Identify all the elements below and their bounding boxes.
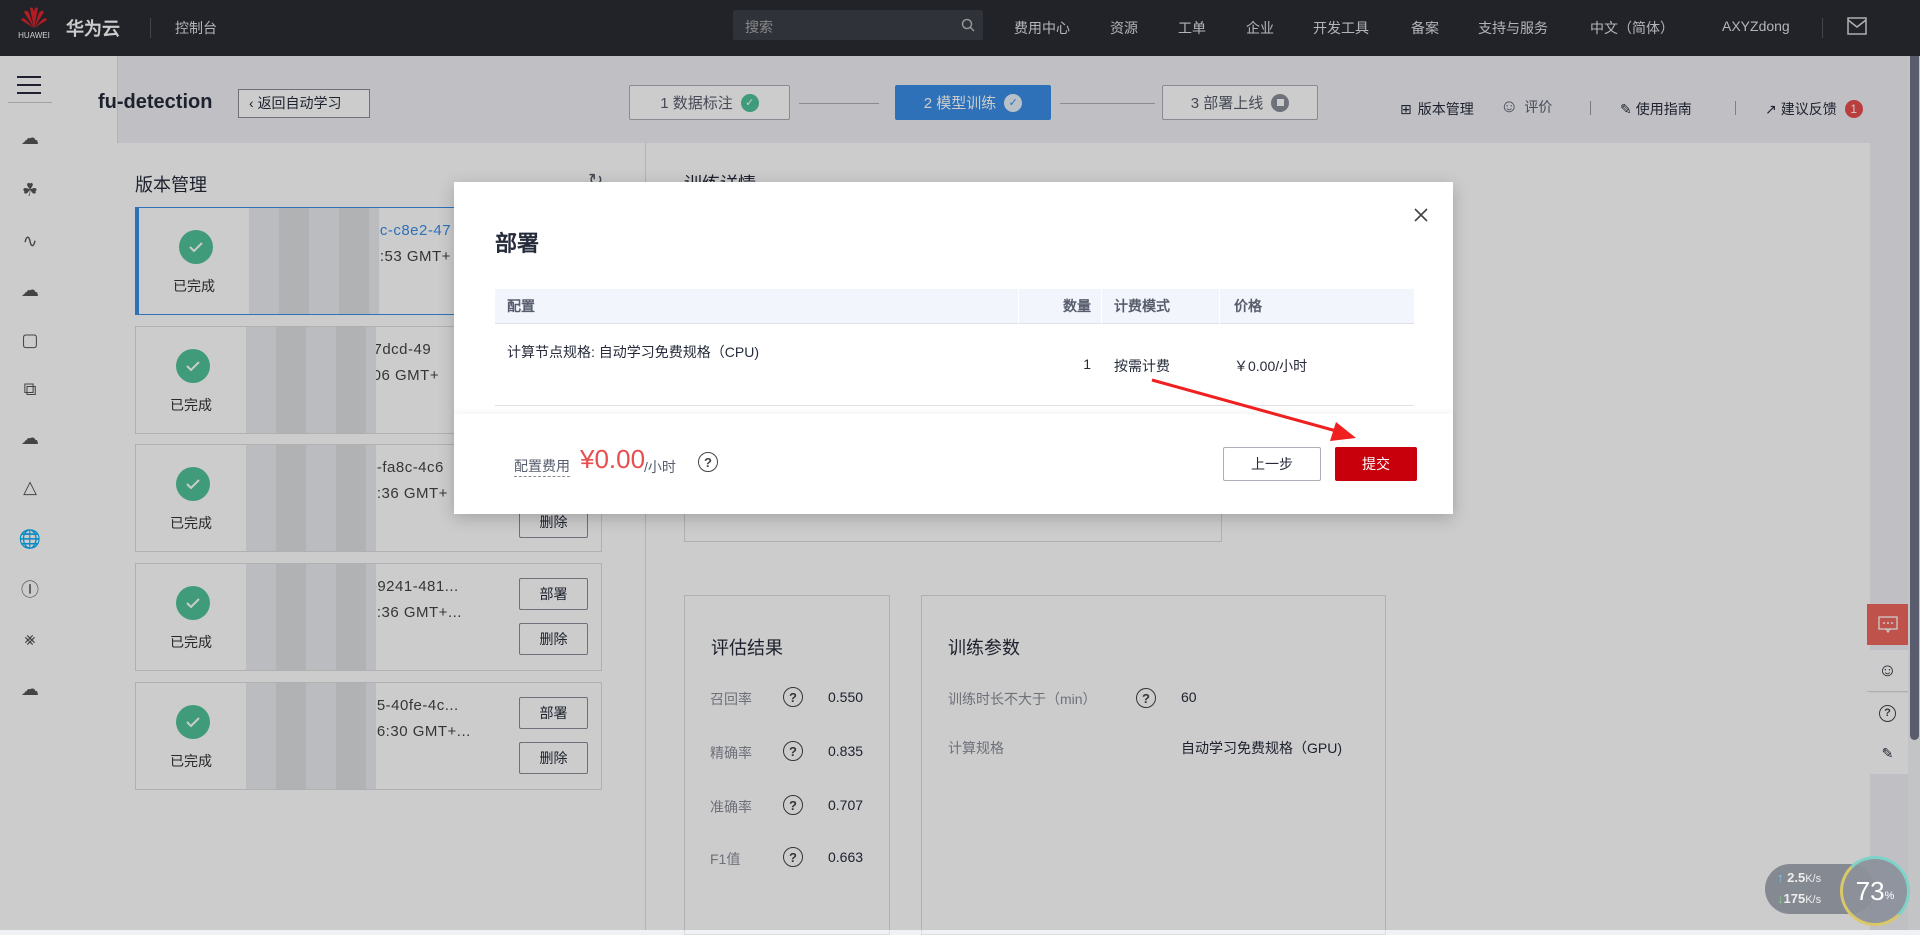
- column-header: 配置: [495, 289, 1018, 324]
- prev-button[interactable]: 上一步: [1223, 447, 1321, 481]
- deploy-dialog: 部署 配置 数量 计费模式 价格 计算节点规格: 自动学习免费规格（CPU) 1…: [454, 182, 1453, 514]
- qty-cell: 1: [1083, 356, 1091, 372]
- upload-speed: 2.5: [1787, 870, 1806, 885]
- fee-value: ¥0.00: [580, 444, 646, 474]
- column-header: 价格: [1220, 289, 1414, 324]
- dialog-title: 部署: [495, 231, 540, 256]
- fee-label: 配置费用: [514, 456, 570, 477]
- memory-gauge[interactable]: 73%: [1840, 856, 1910, 926]
- price-table: 配置 数量 计费模式 价格 计算节点规格: 自动学习免费规格（CPU) 1 按需…: [495, 289, 1414, 406]
- close-icon[interactable]: [1414, 208, 1428, 222]
- download-speed: 175: [1783, 891, 1806, 906]
- upload-arrow-icon: ↑: [1777, 870, 1784, 885]
- fee-unit: /小时: [644, 459, 676, 475]
- percent-sign: %: [1884, 890, 1895, 902]
- column-header: 计费模式: [1102, 289, 1219, 324]
- submit-button[interactable]: 提交: [1335, 447, 1417, 481]
- speed-unit: K/s: [1805, 873, 1822, 885]
- speed-unit: K/s: [1805, 894, 1822, 906]
- help-icon[interactable]: ?: [698, 452, 718, 472]
- dialog-footer: 配置费用 ¥0.00 /小时 ? 上一步 提交: [454, 414, 1453, 514]
- price-cell: ￥0.00/小时: [1234, 358, 1308, 374]
- billing-cell: 按需计费: [1114, 358, 1170, 374]
- config-cell: 计算节点规格: 自动学习免费规格（CPU): [507, 344, 759, 360]
- memory-percent: 73: [1855, 875, 1885, 906]
- column-header: 数量: [1019, 289, 1101, 324]
